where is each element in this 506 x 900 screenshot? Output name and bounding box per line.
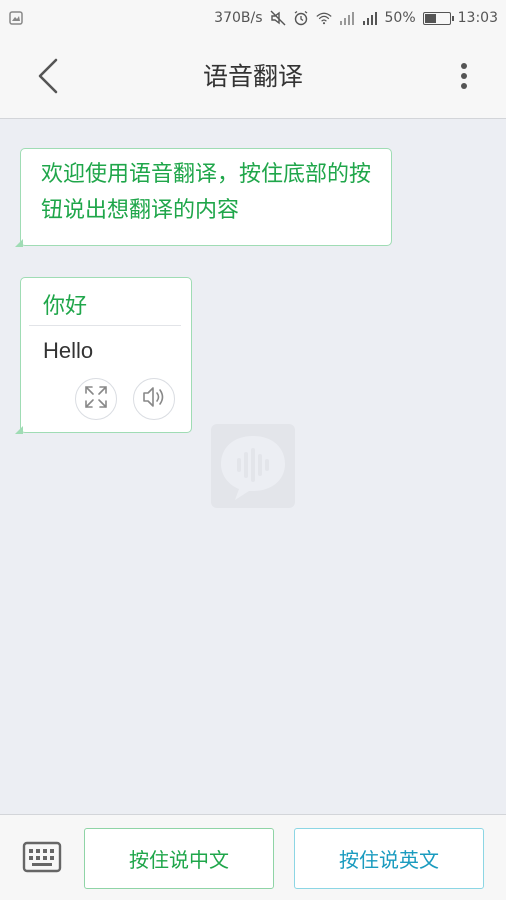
signal-icon xyxy=(339,10,355,26)
notification-image-icon xyxy=(8,10,24,26)
bottom-bar: 按住说中文 按住说英文 xyxy=(0,814,506,900)
alarm-icon xyxy=(293,10,309,26)
translation-card: 你好 Hello xyxy=(15,277,192,434)
fullscreen-button[interactable] xyxy=(75,378,117,420)
mute-icon xyxy=(270,10,286,26)
page-title: 语音翻译 xyxy=(202,62,303,91)
welcome-text: 欢迎使用语音翻译，按住底部的按钮说出想翻译的内容 xyxy=(41,162,372,223)
source-text: 你好 xyxy=(43,294,88,319)
voice-chat-icon xyxy=(211,424,295,508)
back-button[interactable] xyxy=(28,56,68,100)
chevron-left-icon xyxy=(37,58,59,98)
network-speed: 370B/s xyxy=(214,10,263,26)
speaker-icon xyxy=(141,384,167,414)
keyboard-button[interactable] xyxy=(20,839,64,879)
more-vertical-icon xyxy=(460,62,468,94)
status-bar: 370B/s 50% 13:03 xyxy=(0,0,506,36)
wifi-icon xyxy=(315,10,332,26)
clock: 13:03 xyxy=(457,10,498,26)
divider xyxy=(29,325,181,326)
hold-to-speak-chinese-button[interactable]: 按住说中文 xyxy=(84,828,274,889)
battery-icon xyxy=(422,11,454,25)
keyboard-icon xyxy=(22,841,62,877)
battery-percent: 50% xyxy=(384,10,416,26)
expand-icon xyxy=(83,384,109,414)
more-options-button[interactable] xyxy=(452,60,476,96)
app-header: 语音翻译 xyxy=(0,36,506,119)
welcome-message: 欢迎使用语音翻译，按住底部的按钮说出想翻译的内容 xyxy=(15,148,392,247)
hold-to-speak-english-button[interactable]: 按住说英文 xyxy=(294,828,484,889)
signal-icon xyxy=(362,10,378,26)
play-audio-button[interactable] xyxy=(133,378,175,420)
translated-text: Hello xyxy=(43,338,94,363)
